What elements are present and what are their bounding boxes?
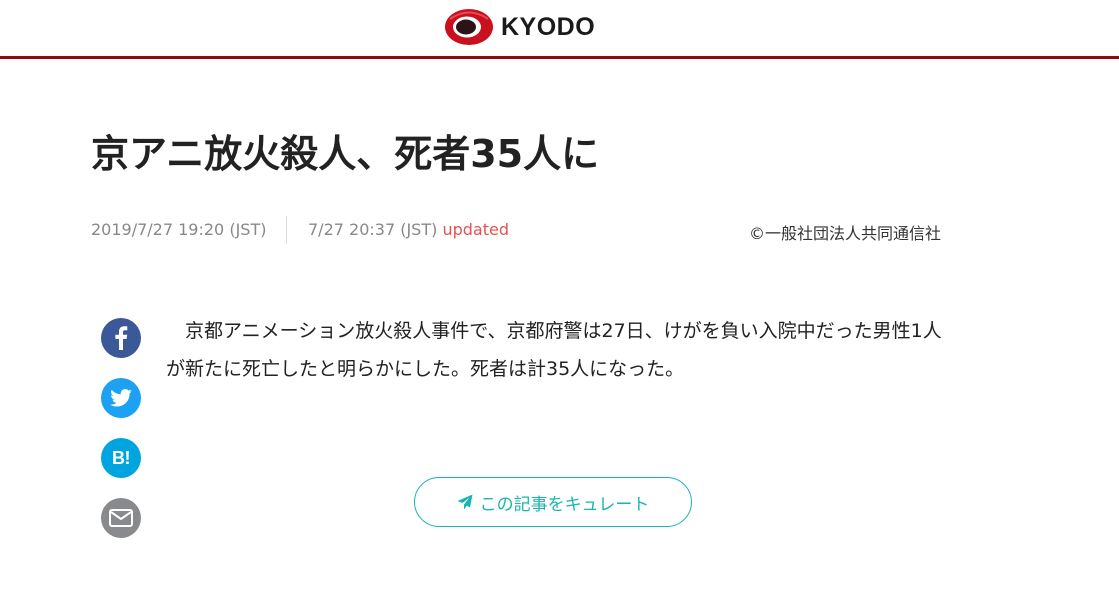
twitter-share-button[interactable] xyxy=(101,378,141,418)
curate-button-label: この記事をキュレート xyxy=(479,494,650,515)
updated-label: updated xyxy=(442,220,509,239)
updated-timestamp: 7/27 20:37 (JST) updated xyxy=(308,220,509,239)
kyodo-logo-mark-icon xyxy=(445,9,493,45)
paper-plane-icon xyxy=(457,494,473,510)
twitter-icon xyxy=(110,389,132,407)
hatena-bookmark-button[interactable]: B! xyxy=(101,438,141,478)
hatena-bookmark-icon: B! xyxy=(112,447,131,468)
logo-text: KYODO xyxy=(501,12,596,41)
facebook-icon xyxy=(115,326,128,350)
kyodo-logo[interactable]: KYODO xyxy=(444,8,595,46)
published-timestamp: 2019/7/27 19:20 (JST) xyxy=(91,220,267,239)
mail-icon xyxy=(109,509,133,527)
meta-divider xyxy=(286,216,287,244)
mail-share-button[interactable] xyxy=(101,498,141,538)
updated-time-value: 7/27 20:37 (JST) xyxy=(308,220,438,239)
article-meta: 2019/7/27 19:20 (JST) 7/27 20:37 (JST) u… xyxy=(91,216,951,244)
article-body: 京都アニメーション放火殺人事件で、京都府警は27日、けがを負い入院中だった男性1… xyxy=(166,320,942,380)
copyright-notice: ©一般社団法人共同通信社 xyxy=(748,224,941,243)
article-title: 京アニ放火殺人、死者35人に xyxy=(91,132,600,176)
facebook-share-button[interactable] xyxy=(101,318,141,358)
share-buttons: B! xyxy=(101,318,141,558)
curate-article-button[interactable]: この記事をキュレート xyxy=(414,477,692,527)
site-header: KYODO xyxy=(0,0,1119,59)
